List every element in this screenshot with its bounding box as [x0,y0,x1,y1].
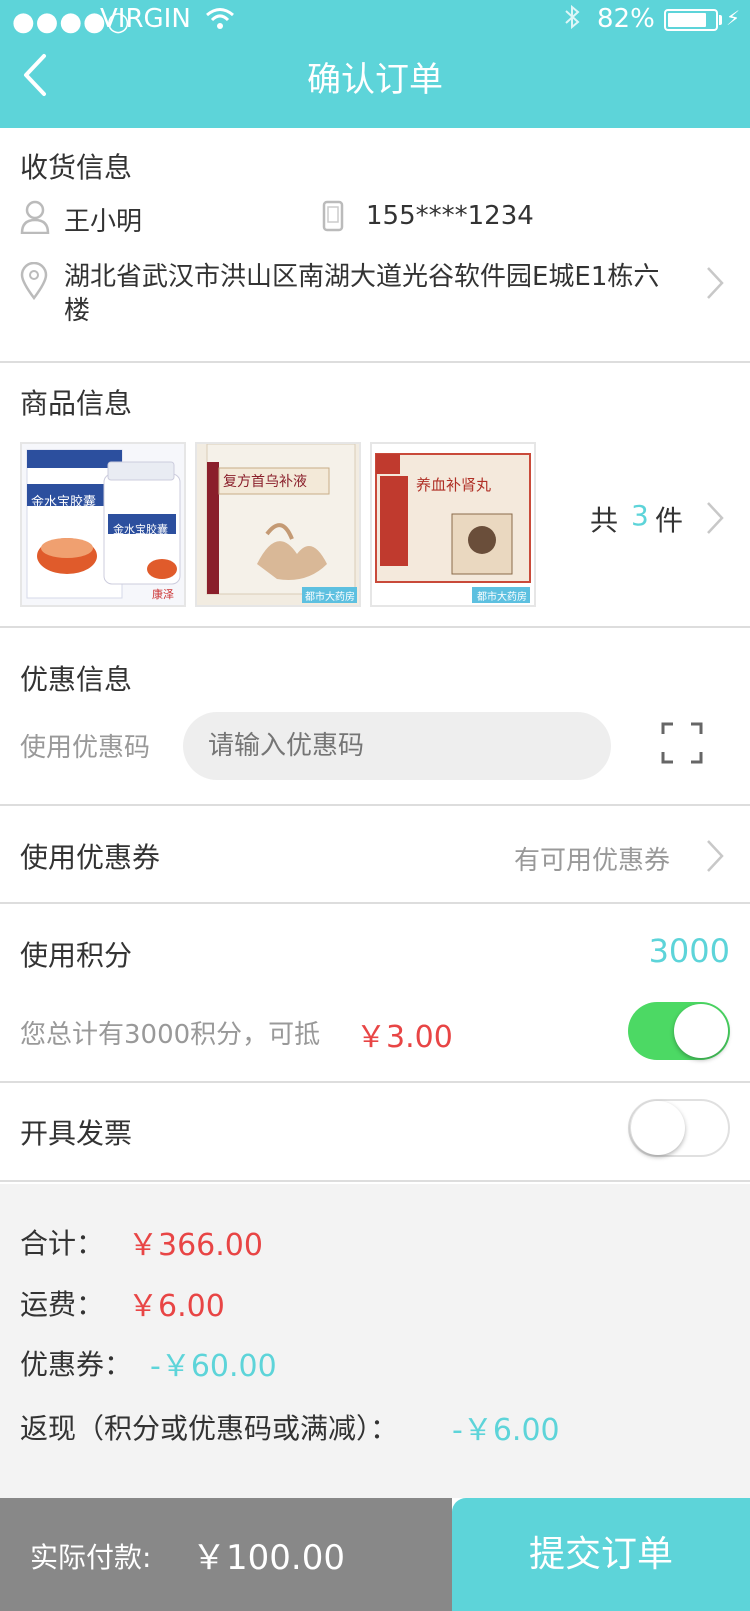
bluetooth-icon [563,4,581,37]
status-bar: ●●●●○ VIRGIN 82% ⚡ [0,0,750,40]
cashback-value: -￥6.00 [452,1413,560,1448]
product-thumbnail-3[interactable]: 养血补肾丸 都市大药房 [370,442,536,607]
shipping-fee-value: ￥6.00 [128,1289,225,1324]
payment-label: 实际付款: [30,1541,152,1574]
page-title: 确认订单 [307,60,443,100]
wifi-icon [205,6,235,36]
product-name-label: 金水宝胶囊 [31,495,97,510]
coupon-row[interactable]: 使用优惠券 有可用优惠券 [0,806,750,902]
order-summary: 合计： ￥366.00 运费： ￥6.00 优惠券： -￥60.00 返现（积分… [0,1184,750,1498]
invoice-label: 开具发票 [20,1117,133,1150]
brand-badge: 都市大药房 [305,592,355,603]
recipient-name: 王小明 [64,207,143,237]
toggle-knob [631,1101,685,1155]
recipient-phone: 155****1234 [366,201,534,231]
brand-badge: 康泽 [152,588,174,601]
products-section-title: 商品信息 [20,387,133,420]
battery-percent: 82% [597,4,655,34]
user-icon [20,200,50,238]
divider [0,1180,750,1182]
battery-icon [664,9,718,31]
products-chevron-right-icon[interactable] [705,500,725,536]
submit-order-button[interactable]: 提交订单 [452,1498,750,1611]
carrier-name: VIRGIN [100,4,191,34]
product-thumbnail-1[interactable]: 金水宝胶囊 金水宝胶囊 康泽 [20,442,186,607]
points-deduct-amount: ￥3.00 [356,1020,453,1055]
coupon-status: 有可用优惠券 [513,846,670,876]
discount-section-title: 优惠信息 [20,663,133,696]
battery-nub [719,15,722,25]
divider [0,361,750,363]
scan-icon[interactable] [661,722,703,768]
points-toggle[interactable] [628,1002,730,1060]
divider [0,1081,750,1083]
location-icon [20,261,48,304]
points-description: 您总计有3000积分，可抵 [20,1020,321,1050]
points-label: 使用积分 [20,939,133,972]
total-value: ￥366.00 [128,1228,263,1263]
coupon-chevron-right-icon[interactable] [705,838,725,874]
coupon-discount-label: 优惠券： [20,1348,133,1381]
phone-icon [322,200,344,236]
invoice-toggle[interactable] [628,1099,730,1157]
brand-badge: 都市大药房 [477,592,527,603]
coupon-discount-value: -￥60.00 [150,1349,277,1384]
address-chevron-right-icon[interactable] [705,265,725,301]
coupon-code-input[interactable] [183,712,611,780]
toggle-knob [674,1004,728,1058]
total-label: 合计： [20,1227,105,1260]
payment-bar: 实际付款: ￥100.00 [0,1498,452,1611]
payment-amount: ￥100.00 [192,1538,345,1578]
top-bar: ●●●●○ VIRGIN 82% ⚡ 确认订单 [0,0,750,128]
product-name-label: 养血补肾丸 [416,476,492,494]
product-name-label: 复方首乌补液 [223,474,307,490]
divider [0,902,750,904]
shipping-fee-label: 运费： [20,1288,105,1321]
shipping-address[interactable]: 湖北省武汉市洪山区南湖大道光谷软件园E城E1栋六楼 [64,260,684,328]
charging-icon: ⚡ [726,6,741,30]
product-count-suffix: 件 [655,504,684,537]
product-count-prefix: 共 [590,504,619,537]
points-value: 3000 [648,932,730,970]
shipping-section-title: 收货信息 [20,151,133,184]
coupon-label: 使用优惠券 [20,841,161,874]
product-name-label: 金水宝胶囊 [113,523,168,536]
cashback-label: 返现（积分或优惠码或满减）： [20,1412,399,1445]
product-count: 3 [631,499,649,532]
product-thumbnail-2[interactable]: 复方首乌补液 都市大药房 [195,442,361,607]
divider [0,626,750,628]
coupon-code-label: 使用优惠码 [20,733,151,763]
